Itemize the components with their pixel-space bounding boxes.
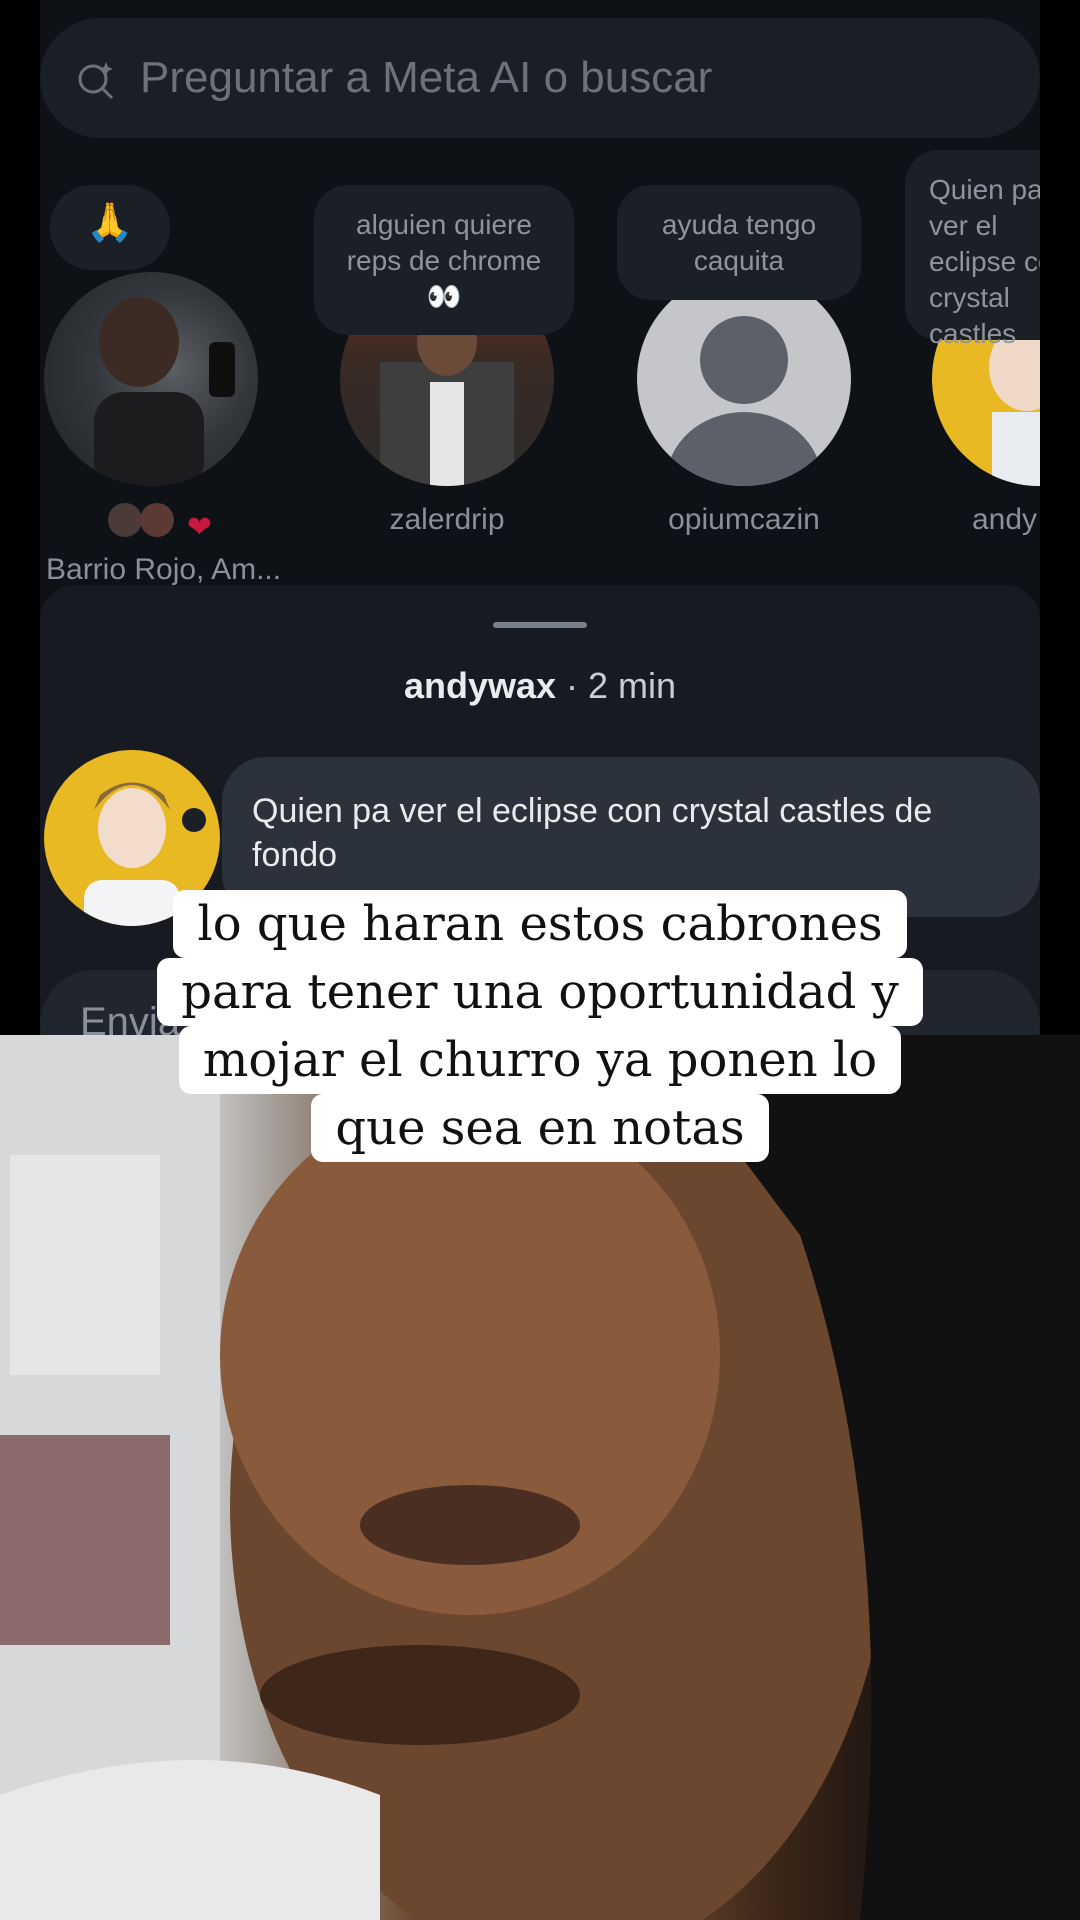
- caption-line-1: lo que haran estos cabrones: [173, 890, 907, 958]
- sheet-username: andywax: [403, 665, 557, 706]
- caption-line-2: para tener una oportunidad y: [157, 958, 923, 1026]
- note-bubble: ayuda tengo caquita: [617, 185, 861, 300]
- avatar: [44, 272, 258, 486]
- reactor-avatar: [140, 503, 175, 537]
- note-bubble: 🙏: [50, 185, 170, 270]
- meta-ai-search-icon: [78, 62, 114, 100]
- reaction-row: ❤: [100, 503, 220, 544]
- caption-overlay: lo que haran estos cabrones para tener u…: [0, 890, 1080, 1162]
- heart-icon: ❤: [186, 511, 213, 544]
- default-person-icon: [666, 316, 822, 486]
- search-placeholder: Preguntar a Meta AI o buscar: [140, 53, 713, 102]
- note-bubble: Quien pa ver el eclipse con crystal cast…: [905, 150, 1040, 349]
- note-bubble: alguien quiere reps de chrome 👀: [314, 185, 574, 335]
- person-selfie-image: [94, 297, 235, 486]
- note-username: andy: [972, 503, 1038, 536]
- app-root: Preguntar a Meta AI o buscar 🙏 ❤ Barrio …: [0, 0, 1080, 1920]
- reaction-photo: [0, 1035, 1080, 1920]
- default-avatar: [637, 272, 851, 486]
- caption-line-3: mojar el churro ya ponen lo: [178, 1026, 902, 1094]
- sheet-header: andywax · 2 min: [40, 665, 1040, 707]
- sheet-time: · 2 min: [556, 665, 677, 706]
- note-username: Barrio Rojo, Am...: [46, 553, 282, 586]
- note-username: opiumcazin: [668, 503, 820, 536]
- man-face-image: [0, 1035, 1080, 1920]
- note-username: zalerdrip: [389, 503, 505, 536]
- search-bar[interactable]: Preguntar a Meta AI o buscar: [40, 18, 1040, 138]
- caption-line-4: que sea en notas: [311, 1094, 769, 1162]
- drag-handle[interactable]: [493, 622, 587, 628]
- instagram-screen: Preguntar a Meta AI o buscar 🙏 ❤ Barrio …: [40, 0, 1040, 1035]
- reactor-avatar: [107, 503, 142, 537]
